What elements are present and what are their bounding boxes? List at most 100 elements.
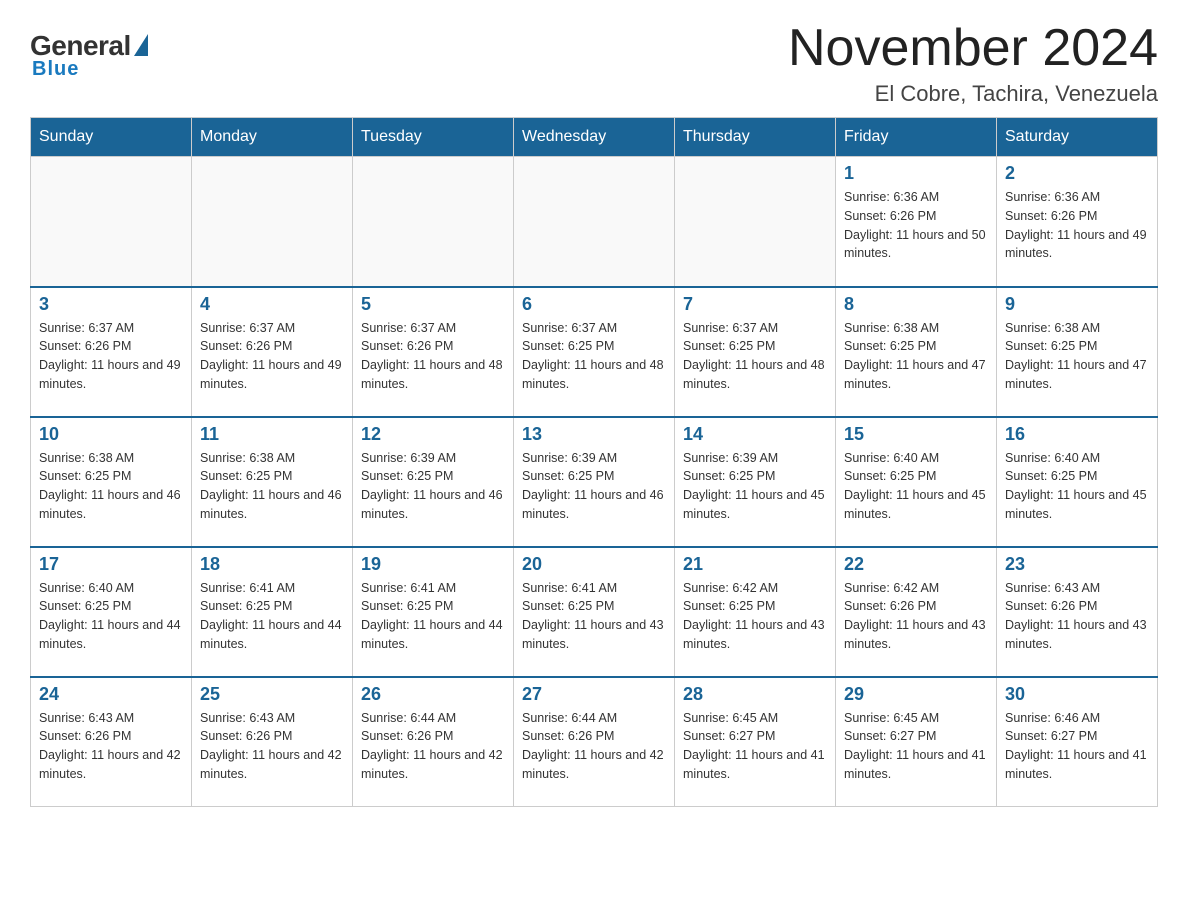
day-info: Sunrise: 6:42 AM Sunset: 6:25 PM Dayligh… <box>683 579 827 654</box>
day-number: 3 <box>39 294 183 315</box>
day-info: Sunrise: 6:45 AM Sunset: 6:27 PM Dayligh… <box>844 709 988 784</box>
calendar-day-cell: 21 Sunrise: 6:42 AM Sunset: 6:25 PM Dayli… <box>675 547 836 677</box>
day-number: 8 <box>844 294 988 315</box>
page-header: General Blue November 2024 El Cobre, Tac… <box>30 20 1158 107</box>
calendar-day-cell: 24Sunrise: 6:43 AM Sunset: 6:26 PM Dayli… <box>31 677 192 807</box>
day-info: Sunrise: 6:39 AM Sunset: 6:25 PM Dayligh… <box>683 449 827 524</box>
day-number: 4 <box>200 294 344 315</box>
day-info: Sunrise: 6:38 AM Sunset: 6:25 PM Dayligh… <box>844 319 988 394</box>
title-block: November 2024 El Cobre, Tachira, Venezue… <box>788 20 1158 107</box>
logo-blue-text: Blue <box>32 58 79 81</box>
calendar-day-cell: 17 Sunrise: 6:40 AM Sunset: 6:25 PM Dayli… <box>31 547 192 677</box>
calendar-day-cell: 16 Sunrise: 6:40 AM Sunset: 6:25 PM Dayli… <box>997 417 1158 547</box>
day-of-week-header: Friday <box>836 118 997 157</box>
day-number: 17 <box>39 554 183 575</box>
day-info: Sunrise: 6:38 AM Sunset: 6:25 PM Dayligh… <box>200 449 344 524</box>
day-info: Sunrise: 6:45 AM Sunset: 6:27 PM Dayligh… <box>683 709 827 784</box>
day-number: 2 <box>1005 163 1149 184</box>
calendar-day-cell: 15Sunrise: 6:40 AM Sunset: 6:25 PM Dayli… <box>836 417 997 547</box>
calendar-day-cell: 28 Sunrise: 6:45 AM Sunset: 6:27 PM Dayli… <box>675 677 836 807</box>
calendar-week-row: 17 Sunrise: 6:40 AM Sunset: 6:25 PM Dayli… <box>31 547 1158 677</box>
day-info: Sunrise: 6:44 AM Sunset: 6:26 PM Dayligh… <box>522 709 666 784</box>
calendar-day-cell: 9 Sunrise: 6:38 AM Sunset: 6:25 PM Daylig… <box>997 287 1158 417</box>
day-of-week-header: Saturday <box>997 118 1158 157</box>
day-info: Sunrise: 6:41 AM Sunset: 6:25 PM Dayligh… <box>200 579 344 654</box>
day-number: 21 <box>683 554 827 575</box>
calendar-day-cell: 7Sunrise: 6:37 AM Sunset: 6:25 PM Daylig… <box>675 287 836 417</box>
day-info: Sunrise: 6:43 AM Sunset: 6:26 PM Dayligh… <box>200 709 344 784</box>
day-info: Sunrise: 6:38 AM Sunset: 6:25 PM Dayligh… <box>39 449 183 524</box>
calendar-week-row: 24 Sunrise: 6:43 AM Sunset: 6:26 PM Dayli… <box>31 677 1158 807</box>
day-info: Sunrise: 6:37 AM Sunset: 6:25 PM Dayligh… <box>522 319 666 394</box>
location-text: El Cobre, Tachira, Venezuela <box>788 81 1158 107</box>
day-number: 26 <box>361 684 505 705</box>
calendar-day-cell: 29 Sunrise: 6:45 AM Sunset: 6:27 PM Dayli… <box>836 677 997 807</box>
day-info: Sunrise: 6:40 AM Sunset: 6:25 PM Dayligh… <box>1005 449 1149 524</box>
calendar-day-cell: 27 Sunrise: 6:44 AM Sunset: 6:26 PM Dayli… <box>514 677 675 807</box>
calendar-day-cell: 2 Sunrise: 6:36 AM Sunset: 6:26 PM Daylig… <box>997 157 1158 287</box>
day-info: Sunrise: 6:39 AM Sunset: 6:25 PM Dayligh… <box>522 449 666 524</box>
day-number: 1 <box>844 163 988 184</box>
logo-triangle-icon <box>134 34 148 56</box>
calendar-day-cell: 6 Sunrise: 6:37 AM Sunset: 6:25 PM Daylig… <box>514 287 675 417</box>
calendar-day-cell: 1 Sunrise: 6:36 AM Sunset: 6:26 PM Daylig… <box>836 157 997 287</box>
day-number: 29 <box>844 684 988 705</box>
day-number: 30 <box>1005 684 1149 705</box>
day-info: Sunrise: 6:42 AM Sunset: 6:26 PM Dayligh… <box>844 579 988 654</box>
day-number: 22 <box>844 554 988 575</box>
calendar-week-row: 10 Sunrise: 6:38 AM Sunset: 6:25 PM Dayli… <box>31 417 1158 547</box>
day-info: Sunrise: 6:44 AM Sunset: 6:26 PM Dayligh… <box>361 709 505 784</box>
calendar-week-row: 3 Sunrise: 6:37 AM Sunset: 6:26 PM Daylig… <box>31 287 1158 417</box>
day-info: Sunrise: 6:41 AM Sunset: 6:25 PM Dayligh… <box>361 579 505 654</box>
day-number: 24 <box>39 684 183 705</box>
calendar-day-cell: 22 Sunrise: 6:42 AM Sunset: 6:26 PM Dayli… <box>836 547 997 677</box>
day-of-week-header: Thursday <box>675 118 836 157</box>
month-title: November 2024 <box>788 20 1158 77</box>
calendar-day-cell <box>675 157 836 287</box>
day-info: Sunrise: 6:43 AM Sunset: 6:26 PM Dayligh… <box>1005 579 1149 654</box>
day-number: 20 <box>522 554 666 575</box>
day-number: 15 <box>844 424 988 445</box>
day-number: 6 <box>522 294 666 315</box>
calendar-day-cell <box>353 157 514 287</box>
calendar-day-cell: 18Sunrise: 6:41 AM Sunset: 6:25 PM Dayli… <box>192 547 353 677</box>
day-info: Sunrise: 6:38 AM Sunset: 6:25 PM Dayligh… <box>1005 319 1149 394</box>
calendar-day-cell: 10 Sunrise: 6:38 AM Sunset: 6:25 PM Dayli… <box>31 417 192 547</box>
calendar-day-cell: 19 Sunrise: 6:41 AM Sunset: 6:25 PM Dayli… <box>353 547 514 677</box>
calendar-header-row: SundayMondayTuesdayWednesdayThursdayFrid… <box>31 118 1158 157</box>
day-number: 11 <box>200 424 344 445</box>
calendar-day-cell: 5 Sunrise: 6:37 AM Sunset: 6:26 PM Daylig… <box>353 287 514 417</box>
calendar-day-cell: 3Sunrise: 6:37 AM Sunset: 6:26 PM Daylig… <box>31 287 192 417</box>
day-info: Sunrise: 6:39 AM Sunset: 6:25 PM Dayligh… <box>361 449 505 524</box>
calendar-day-cell: 23 Sunrise: 6:43 AM Sunset: 6:26 PM Dayli… <box>997 547 1158 677</box>
day-of-week-header: Sunday <box>31 118 192 157</box>
day-number: 13 <box>522 424 666 445</box>
day-number: 27 <box>522 684 666 705</box>
day-info: Sunrise: 6:37 AM Sunset: 6:25 PM Dayligh… <box>683 319 827 394</box>
day-number: 5 <box>361 294 505 315</box>
logo: General Blue <box>30 30 148 81</box>
day-of-week-header: Tuesday <box>353 118 514 157</box>
day-of-week-header: Monday <box>192 118 353 157</box>
day-number: 9 <box>1005 294 1149 315</box>
day-info: Sunrise: 6:41 AM Sunset: 6:25 PM Dayligh… <box>522 579 666 654</box>
day-info: Sunrise: 6:36 AM Sunset: 6:26 PM Dayligh… <box>1005 188 1149 263</box>
day-of-week-header: Wednesday <box>514 118 675 157</box>
calendar-day-cell <box>514 157 675 287</box>
calendar-day-cell: 30Sunrise: 6:46 AM Sunset: 6:27 PM Dayli… <box>997 677 1158 807</box>
calendar-day-cell: 12Sunrise: 6:39 AM Sunset: 6:25 PM Dayli… <box>353 417 514 547</box>
day-number: 16 <box>1005 424 1149 445</box>
day-number: 19 <box>361 554 505 575</box>
day-info: Sunrise: 6:37 AM Sunset: 6:26 PM Dayligh… <box>361 319 505 394</box>
day-number: 14 <box>683 424 827 445</box>
day-info: Sunrise: 6:40 AM Sunset: 6:25 PM Dayligh… <box>39 579 183 654</box>
calendar-week-row: 1 Sunrise: 6:36 AM Sunset: 6:26 PM Daylig… <box>31 157 1158 287</box>
day-number: 23 <box>1005 554 1149 575</box>
calendar-day-cell: 13 Sunrise: 6:39 AM Sunset: 6:25 PM Dayli… <box>514 417 675 547</box>
calendar-table: SundayMondayTuesdayWednesdayThursdayFrid… <box>30 117 1158 807</box>
calendar-day-cell: 8 Sunrise: 6:38 AM Sunset: 6:25 PM Daylig… <box>836 287 997 417</box>
day-number: 28 <box>683 684 827 705</box>
day-info: Sunrise: 6:36 AM Sunset: 6:26 PM Dayligh… <box>844 188 988 263</box>
day-number: 10 <box>39 424 183 445</box>
calendar-day-cell: 11 Sunrise: 6:38 AM Sunset: 6:25 PM Dayli… <box>192 417 353 547</box>
